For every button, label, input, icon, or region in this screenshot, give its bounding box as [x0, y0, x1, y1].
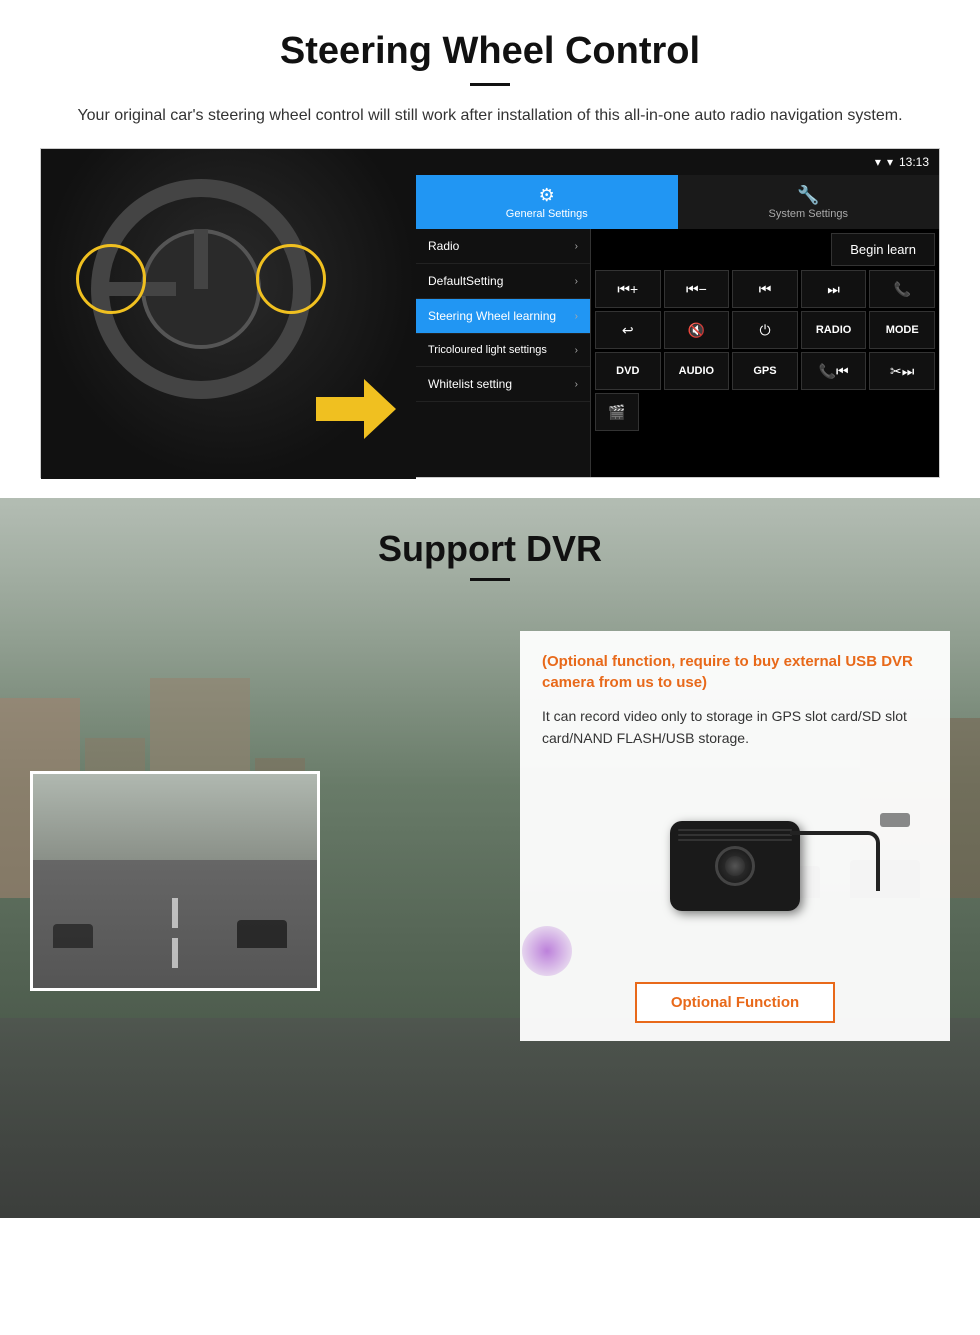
- gear-icon: ⚙: [539, 185, 555, 206]
- demo-container: ▾ ▾ 13:13 ⚙ General Settings 🔧 System Se…: [40, 148, 940, 478]
- android-content: Radio › DefaultSetting › Steering Wheel …: [416, 229, 939, 477]
- signal-icon: ▾: [887, 155, 893, 169]
- menu-radio-label: Radio: [428, 239, 459, 253]
- dvr-title-divider: [470, 578, 510, 581]
- dvr-info-card: (Optional function, require to buy exter…: [520, 631, 950, 1041]
- dvr-title: Support DVR: [0, 528, 980, 570]
- purple-glow: [522, 926, 572, 976]
- menu-default-label: DefaultSetting: [428, 274, 503, 288]
- dvr-camera-image: [542, 766, 928, 966]
- menu-item-default[interactable]: DefaultSetting ›: [416, 264, 590, 299]
- steering-description: Your original car's steering wheel contr…: [60, 104, 920, 128]
- title-divider: [470, 83, 510, 86]
- statusbar-icons: ▾ ▾ 13:13: [875, 155, 929, 169]
- tab-system-label: System Settings: [769, 208, 848, 220]
- dvr-btn[interactable]: 🎬: [595, 393, 639, 431]
- dvd-btn[interactable]: DVD: [595, 352, 661, 390]
- android-tabs: ⚙ General Settings 🔧 System Settings: [416, 175, 939, 229]
- usb-cable: [790, 831, 880, 891]
- highlight-circle-left: [76, 244, 146, 314]
- mode-btn[interactable]: MODE: [869, 311, 935, 349]
- dvr-section: Support DVR (Optional function, require …: [0, 498, 980, 1218]
- dvr-thumbnail: [30, 771, 320, 991]
- chevron-icon: ›: [575, 311, 578, 322]
- tab-general-label: General Settings: [506, 208, 588, 220]
- next-btn[interactable]: ⏭: [801, 270, 867, 308]
- gps-btn[interactable]: GPS: [732, 352, 798, 390]
- mute-btn[interactable]: 🔇: [664, 311, 730, 349]
- menu-item-radio[interactable]: Radio ›: [416, 229, 590, 264]
- back-btn[interactable]: ↩: [595, 311, 661, 349]
- menu-item-steering[interactable]: Steering Wheel learning ›: [416, 299, 590, 334]
- menu-panel: Radio › DefaultSetting › Steering Wheel …: [416, 229, 591, 477]
- prev-btn[interactable]: ⏮: [732, 270, 798, 308]
- android-ui-panel: ▾ ▾ 13:13 ⚙ General Settings 🔧 System Se…: [416, 149, 939, 477]
- dvr-title-area: Support DVR: [0, 498, 980, 591]
- extra-row: 🎬: [595, 393, 935, 431]
- cut-next-btn[interactable]: ✂⏭: [869, 352, 935, 390]
- usb-connector: [880, 813, 910, 827]
- steering-section: Steering Wheel Control Your original car…: [0, 0, 980, 498]
- menu-tricolour-label: Tricoloured light settings: [428, 344, 547, 356]
- system-icon: 🔧: [797, 185, 819, 206]
- android-statusbar: ▾ ▾ 13:13: [416, 149, 939, 175]
- audio-btn[interactable]: AUDIO: [664, 352, 730, 390]
- menu-whitelist-label: Whitelist setting: [428, 377, 512, 391]
- vol-down-btn[interactable]: ⏮−: [664, 270, 730, 308]
- chevron-icon: ›: [575, 241, 578, 252]
- status-time: 13:13: [899, 155, 929, 169]
- dvr-description: It can record video only to storage in G…: [542, 705, 928, 750]
- menu-item-tricolour[interactable]: Tricoloured light settings ›: [416, 334, 590, 367]
- call-prev-btn[interactable]: 📞⏮: [801, 352, 867, 390]
- thumb-sky: [33, 774, 317, 860]
- wifi-icon: ▾: [875, 155, 881, 169]
- highlight-circle-right: [256, 244, 326, 314]
- begin-learn-button[interactable]: Begin learn: [831, 233, 935, 266]
- tab-system-settings[interactable]: 🔧 System Settings: [678, 175, 940, 229]
- menu-steering-label: Steering Wheel learning: [428, 309, 556, 323]
- camera-lens: [715, 846, 755, 886]
- control-panel: Begin learn ⏮+ ⏮− ⏮ ⏭ 📞 ↩ 🔇 ⏻ RADIO MODE…: [591, 229, 939, 477]
- dvr-optional-text: (Optional function, require to buy exter…: [542, 651, 928, 693]
- power-btn[interactable]: ⏻: [732, 311, 798, 349]
- menu-item-whitelist[interactable]: Whitelist setting ›: [416, 367, 590, 402]
- camera-body: [670, 821, 800, 911]
- call-btn[interactable]: 📞: [869, 270, 935, 308]
- control-grid: ⏮+ ⏮− ⏮ ⏭ 📞 ↩ 🔇 ⏻ RADIO MODE DVD AUDIO G…: [595, 270, 935, 390]
- begin-learn-row: Begin learn: [595, 233, 935, 266]
- dvr-content: (Optional function, require to buy exter…: [0, 611, 980, 1061]
- chevron-icon: ›: [575, 276, 578, 287]
- optional-function-button[interactable]: Optional Function: [635, 982, 835, 1023]
- vol-up-btn[interactable]: ⏮+: [595, 270, 661, 308]
- chevron-icon: ›: [575, 345, 578, 356]
- chevron-icon: ›: [575, 379, 578, 390]
- page-title: Steering Wheel Control: [40, 30, 940, 73]
- radio-btn[interactable]: RADIO: [801, 311, 867, 349]
- steering-wheel-image: [41, 149, 416, 479]
- tab-general-settings[interactable]: ⚙ General Settings: [416, 175, 678, 229]
